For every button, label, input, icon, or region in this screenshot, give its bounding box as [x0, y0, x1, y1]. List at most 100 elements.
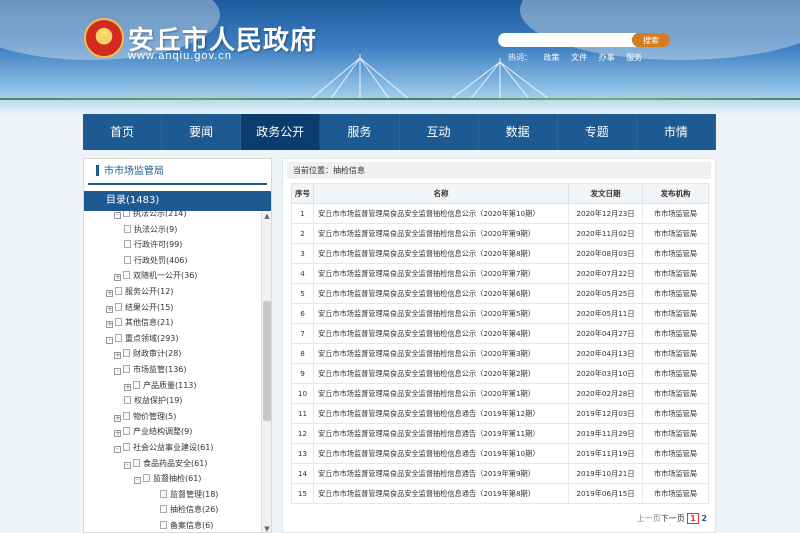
expand-icon[interactable]: +: [124, 383, 131, 391]
row-title-link[interactable]: 安丘市市场监督管理局食品安全监督抽检信息通告（2019年第10期）: [313, 443, 569, 464]
tree-item-label: 结果公开(15): [125, 302, 174, 312]
tree-item[interactable]: + 产品质量(113): [124, 378, 197, 393]
nav-item-news[interactable]: 要闻: [162, 114, 242, 150]
tree-item[interactable]: - 食品药品安全(61): [124, 456, 207, 471]
tree-item[interactable]: - 市场监管(136): [114, 362, 187, 377]
row-number: 11: [291, 403, 314, 424]
row-title-link[interactable]: 安丘市市场监督管理局食品安全监督抽检信息公示（2020年第3期）: [313, 343, 569, 364]
collapse-icon[interactable]: -: [114, 212, 121, 219]
expand-icon[interactable]: +: [106, 305, 113, 313]
tree-item[interactable]: - 执法公示(214): [114, 211, 187, 221]
row-title-link[interactable]: 安丘市市场监督管理局食品安全监督抽检信息公示（2020年第2期）: [313, 363, 569, 384]
tree-item[interactable]: 执法公示(9): [124, 222, 177, 237]
tree-item[interactable]: + 物价管理(5): [114, 409, 176, 424]
nav-item-city-info[interactable]: 市情: [637, 114, 716, 150]
row-title-link[interactable]: 安丘市市场监督管理局食品安全监督抽检信息通告（2019年第8期）: [313, 483, 569, 504]
column-header: 发文日期: [568, 183, 643, 204]
tree-item[interactable]: + 其他信息(21): [106, 315, 173, 330]
row-title-link[interactable]: 安丘市市场监督管理局食品安全监督抽检信息公示（2020年第7期）: [313, 263, 569, 284]
tree-item[interactable]: 行政处罚(406): [124, 253, 188, 268]
row-organization: 市市场监管局: [642, 283, 709, 304]
expand-icon[interactable]: +: [114, 352, 121, 360]
row-date: 2020年02月28日: [568, 383, 643, 404]
row-date: 2019年11月29日: [568, 423, 643, 444]
tree-item[interactable]: 抽检信息(26): [160, 502, 218, 517]
sidebar-scrollbar[interactable]: ▲ ▼: [261, 211, 271, 532]
folder-icon: [115, 333, 122, 342]
tree-item[interactable]: + 双随机一公开(36): [114, 268, 197, 283]
expand-icon[interactable]: +: [106, 321, 113, 329]
nav-item-government-affairs[interactable]: 政务公开: [241, 114, 321, 150]
table-row: 13 安丘市市场监督管理局食品安全监督抽检信息通告（2019年第10期） 2019年…: [291, 443, 709, 464]
column-header: 名称: [313, 183, 569, 204]
sidebar: 市市场监管局 目录(1483) - 执法公示(214) 执法公示(9) 行政许可(99…: [83, 158, 272, 533]
folder-icon: [160, 521, 167, 529]
row-title-link[interactable]: 安丘市市场监督管理局食品安全监督抽检信息公示（2020年第10期）: [313, 203, 569, 224]
hot-word-link[interactable]: 文件: [571, 53, 587, 62]
collapse-icon[interactable]: -: [134, 477, 141, 485]
expand-icon[interactable]: +: [114, 430, 121, 438]
folder-icon: [123, 271, 130, 280]
folder-icon: [124, 396, 131, 405]
tree-item[interactable]: 权益保护(19): [124, 393, 182, 408]
tree-item[interactable]: - 重点领域(293): [106, 331, 179, 346]
catalog-header[interactable]: 目录(1483): [84, 191, 271, 211]
tree-item[interactable]: - 社会公益事业建设(61): [114, 440, 213, 455]
catalog-tree: - 执法公示(214) 执法公示(9) 行政许可(99) 行政处罚(406) + 双随机一公…: [84, 211, 260, 532]
nav-item-home[interactable]: 首页: [83, 114, 163, 150]
pagination: 上一页下一页 1 2: [637, 513, 707, 524]
expand-icon[interactable]: +: [114, 414, 121, 422]
search-input[interactable]: [498, 33, 636, 47]
row-date: 2019年06月15日: [568, 483, 643, 504]
row-date: 2019年10月21日: [568, 463, 643, 484]
row-title-link[interactable]: 安丘市市场监督管理局食品安全监督抽检信息通告（2019年第12期）: [313, 403, 569, 424]
table-row: 12 安丘市市场监督管理局食品安全监督抽检信息通告（2019年第11期） 2019年…: [291, 423, 709, 444]
nav-item-data[interactable]: 数据: [479, 114, 558, 150]
tree-item[interactable]: - 监督抽检(61): [134, 471, 201, 486]
row-title-link[interactable]: 安丘市市场监督管理局食品安全监督抽检信息公示（2020年第1期）: [313, 383, 569, 404]
nav-item-services[interactable]: 服务: [320, 114, 400, 150]
header-banner: ★ 安丘市人民政府 www.anqiu.gov.cn 搜索 热词： 政策 文件 …: [0, 0, 800, 114]
collapse-icon[interactable]: -: [124, 461, 131, 469]
collapse-icon[interactable]: -: [114, 446, 121, 453]
next-page-link[interactable]: 下一页: [661, 514, 685, 523]
row-date: 2020年07月22日: [568, 263, 643, 284]
scroll-up-icon[interactable]: ▲: [262, 211, 271, 221]
search-button[interactable]: 搜索: [632, 33, 670, 47]
row-title-link[interactable]: 安丘市市场监督管理局食品安全监督抽检信息公示（2020年第5期）: [313, 303, 569, 324]
nav-item-topics[interactable]: 专题: [558, 114, 637, 150]
table-row: 1 安丘市市场监督管理局食品安全监督抽检信息公示（2020年第10期） 2020年1…: [291, 203, 709, 224]
tree-item[interactable]: + 结果公开(15): [106, 300, 173, 315]
hot-word-link[interactable]: 政策: [544, 53, 560, 62]
tree-item[interactable]: + 财政审计(28): [114, 346, 181, 361]
hot-word-link[interactable]: 服务: [626, 53, 642, 62]
row-number: 4: [291, 263, 314, 284]
row-title-link[interactable]: 安丘市市场监督管理局食品安全监督抽检信息通告（2019年第11期）: [313, 423, 569, 444]
collapse-icon[interactable]: -: [106, 336, 113, 344]
prev-page-link[interactable]: 上一页: [637, 514, 661, 523]
tree-item[interactable]: + 服务公开(12): [106, 284, 173, 299]
expand-icon[interactable]: +: [106, 290, 113, 297]
scroll-down-icon[interactable]: ▼: [262, 524, 271, 532]
row-title-link[interactable]: 安丘市市场监督管理局食品安全监督抽检信息通告（2019年第9期）: [313, 463, 569, 484]
page-link[interactable]: 2: [701, 514, 707, 523]
tree-item[interactable]: 监督管理(18): [160, 487, 218, 502]
row-date: 2019年11月19日: [568, 443, 643, 464]
row-title-link[interactable]: 安丘市市场监督管理局食品安全监督抽检信息公示（2020年第6期）: [313, 283, 569, 304]
row-organization: 市市场监管局: [642, 323, 709, 344]
table-row: 4 安丘市市场监督管理局食品安全监督抽检信息公示（2020年第7期） 2020年07…: [291, 263, 709, 284]
nav-item-interaction[interactable]: 互动: [400, 114, 479, 150]
expand-icon[interactable]: +: [114, 274, 121, 282]
tree-item-label: 抽检信息(26): [170, 505, 219, 515]
tree-item[interactable]: 备案信息(6): [160, 518, 213, 532]
folder-icon: [123, 365, 130, 373]
tree-item[interactable]: 行政许可(99): [124, 237, 182, 252]
collapse-icon[interactable]: -: [114, 368, 121, 375]
scroll-thumb[interactable]: [263, 301, 271, 421]
row-title-link[interactable]: 安丘市市场监督管理局食品安全监督抽检信息公示（2020年第9期）: [313, 223, 569, 244]
hot-word-link[interactable]: 办事: [599, 53, 615, 62]
row-title-link[interactable]: 安丘市市场监督管理局食品安全监督抽检信息公示（2020年第8期）: [313, 243, 569, 264]
tree-item[interactable]: + 产业结构调整(9): [114, 424, 192, 439]
row-title-link[interactable]: 安丘市市场监督管理局食品安全监督抽检信息公示（2020年第4期）: [313, 323, 569, 344]
folder-icon: [123, 443, 130, 451]
